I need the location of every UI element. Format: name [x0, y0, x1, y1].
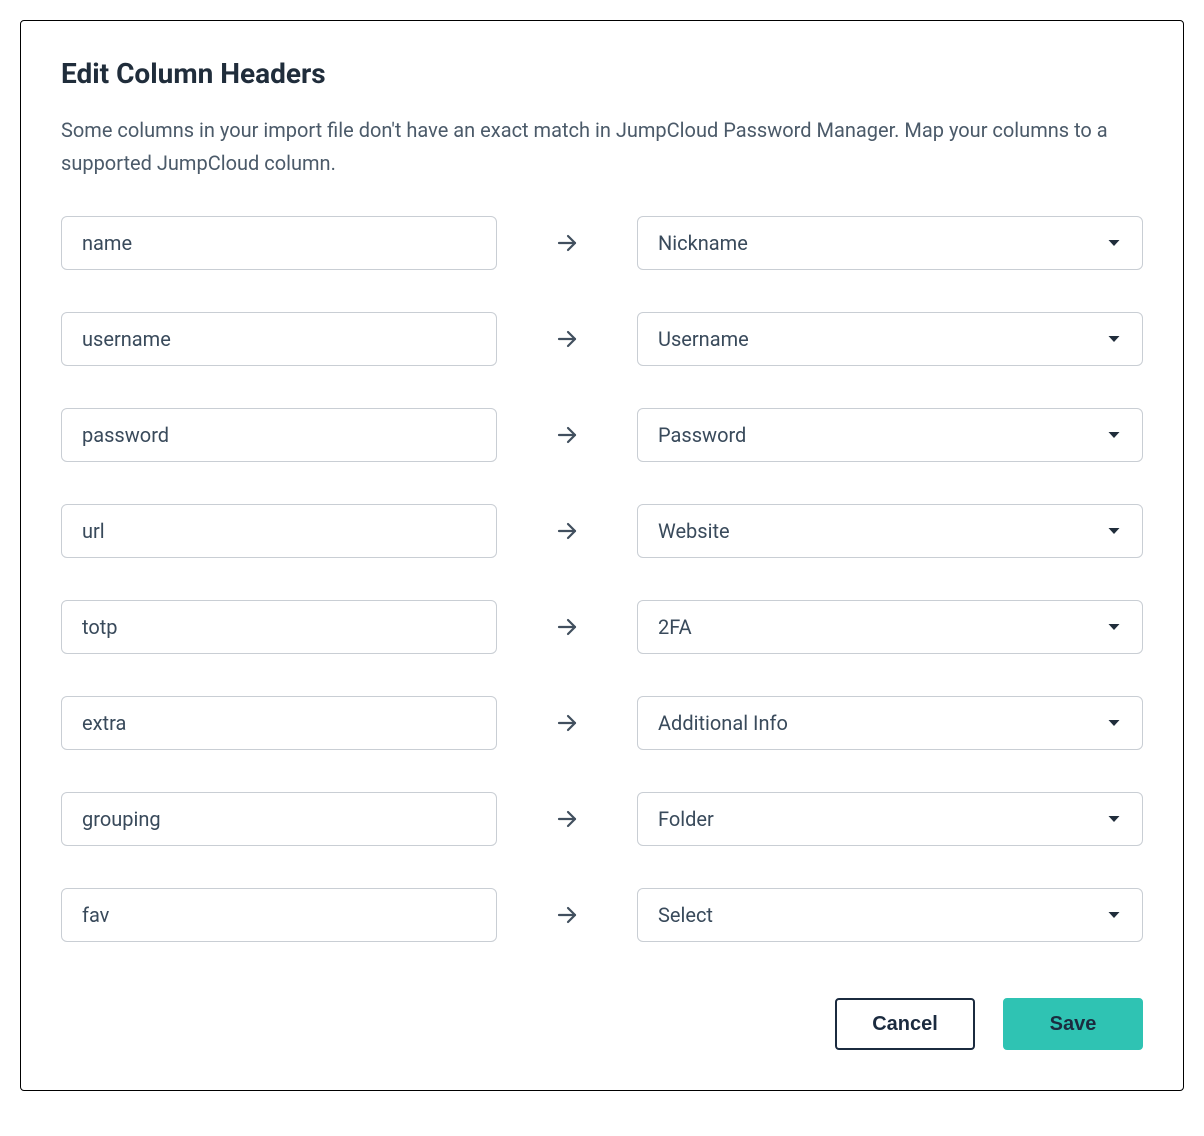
- target-column-select[interactable]: Nickname: [637, 216, 1143, 270]
- arrow-right-icon: [555, 327, 579, 351]
- source-column-box: url: [61, 504, 497, 558]
- arrow-column: [497, 327, 637, 351]
- arrow-right-icon: [555, 519, 579, 543]
- target-column-label: Additional Info: [658, 711, 788, 735]
- arrow-right-icon: [555, 423, 579, 447]
- arrow-right-icon: [555, 615, 579, 639]
- source-column-label: totp: [82, 615, 118, 639]
- source-column-label: fav: [82, 903, 109, 927]
- target-column-select[interactable]: Username: [637, 312, 1143, 366]
- cancel-button[interactable]: Cancel: [835, 998, 975, 1050]
- target-column-label: Select: [658, 903, 713, 927]
- caret-down-icon: [1106, 427, 1122, 443]
- source-column-label: extra: [82, 711, 126, 735]
- caret-down-icon: [1106, 811, 1122, 827]
- arrow-column: [497, 615, 637, 639]
- target-column-label: Folder: [658, 807, 714, 831]
- source-column-box: extra: [61, 696, 497, 750]
- source-column-label: url: [82, 519, 105, 543]
- source-column-label: name: [82, 231, 132, 255]
- arrow-column: [497, 231, 637, 255]
- mapping-row: totp 2FA: [61, 600, 1143, 654]
- mapping-row: password Password: [61, 408, 1143, 462]
- save-button[interactable]: Save: [1003, 998, 1143, 1050]
- source-column-box: username: [61, 312, 497, 366]
- target-column-select[interactable]: 2FA: [637, 600, 1143, 654]
- arrow-column: [497, 807, 637, 831]
- target-column-label: 2FA: [658, 615, 692, 639]
- arrow-right-icon: [555, 903, 579, 927]
- mapping-rows: name Nickname username Username: [61, 216, 1143, 942]
- target-column-label: Website: [658, 519, 730, 543]
- mapping-row: fav Select: [61, 888, 1143, 942]
- source-column-box: fav: [61, 888, 497, 942]
- caret-down-icon: [1106, 907, 1122, 923]
- mapping-row: extra Additional Info: [61, 696, 1143, 750]
- target-column-label: Password: [658, 423, 746, 447]
- arrow-right-icon: [555, 807, 579, 831]
- target-column-label: Username: [658, 327, 749, 351]
- arrow-column: [497, 711, 637, 735]
- source-column-box: grouping: [61, 792, 497, 846]
- target-column-select[interactable]: Website: [637, 504, 1143, 558]
- dialog-description: Some columns in your import file don't h…: [61, 114, 1143, 180]
- source-column-label: username: [82, 327, 171, 351]
- source-column-label: grouping: [82, 807, 161, 831]
- dialog-title: Edit Column Headers: [61, 57, 1143, 90]
- dialog-actions: Cancel Save: [61, 998, 1143, 1050]
- mapping-row: url Website: [61, 504, 1143, 558]
- source-column-box: totp: [61, 600, 497, 654]
- arrow-right-icon: [555, 711, 579, 735]
- source-column-label: password: [82, 423, 169, 447]
- target-column-select[interactable]: Additional Info: [637, 696, 1143, 750]
- caret-down-icon: [1106, 619, 1122, 635]
- caret-down-icon: [1106, 715, 1122, 731]
- source-column-box: name: [61, 216, 497, 270]
- target-column-select[interactable]: Select: [637, 888, 1143, 942]
- mapping-row: name Nickname: [61, 216, 1143, 270]
- caret-down-icon: [1106, 523, 1122, 539]
- source-column-box: password: [61, 408, 497, 462]
- arrow-column: [497, 903, 637, 927]
- target-column-select[interactable]: Folder: [637, 792, 1143, 846]
- mapping-row: grouping Folder: [61, 792, 1143, 846]
- arrow-column: [497, 423, 637, 447]
- caret-down-icon: [1106, 331, 1122, 347]
- target-column-select[interactable]: Password: [637, 408, 1143, 462]
- edit-column-headers-dialog: Edit Column Headers Some columns in your…: [20, 20, 1184, 1091]
- target-column-label: Nickname: [658, 231, 748, 255]
- arrow-right-icon: [555, 231, 579, 255]
- mapping-row: username Username: [61, 312, 1143, 366]
- arrow-column: [497, 519, 637, 543]
- caret-down-icon: [1106, 235, 1122, 251]
